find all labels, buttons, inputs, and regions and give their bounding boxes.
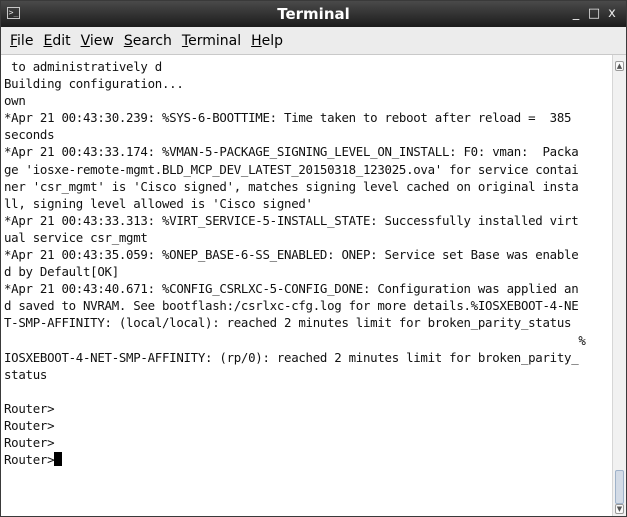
terminal-line: ner 'csr_mgmt' is 'Cisco signed', matche… — [4, 178, 579, 194]
title-bar[interactable]: >_ Terminal _ □ x — [1, 1, 626, 27]
terminal-line: *Apr 21 00:43:33.174: %VMAN-5-PACKAGE_SI… — [4, 144, 579, 160]
terminal-line: d by Default[OK] — [4, 264, 119, 280]
minimize-button[interactable]: _ — [568, 1, 584, 27]
menu-view[interactable]: View — [76, 33, 119, 49]
terminal-line: *Apr 21 00:43:33.313: %VIRT_SERVICE-5-IN… — [4, 212, 579, 228]
window-title: Terminal — [277, 5, 350, 23]
menu-file[interactable]: File — [5, 33, 38, 49]
terminal-line: Router> — [4, 400, 55, 416]
prompt-text: Router> — [4, 452, 55, 468]
terminal-line: IOSXEBOOT-4-NET-SMP-AFFINITY: (rp/0): re… — [4, 349, 579, 365]
terminal-line: ge 'iosxe-remote-mgmt.BLD_MCP_DEV_LATEST… — [4, 161, 579, 177]
menu-help[interactable]: Help — [246, 33, 288, 49]
terminal-line: *Apr 21 00:43:35.059: %ONEP_BASE-6-SS_EN… — [4, 247, 579, 263]
terminal-line: ll, signing level allowed is 'Cisco sign… — [4, 195, 313, 211]
scroll-down-arrow-icon[interactable]: ▼ — [615, 504, 624, 514]
terminal-line: % — [4, 332, 586, 348]
terminal-line: ual service csr_mgmt — [4, 229, 148, 245]
maximize-button[interactable]: □ — [586, 1, 602, 27]
menu-search[interactable]: Search — [119, 33, 177, 49]
menu-terminal[interactable]: Terminal — [177, 33, 246, 49]
terminal-line: T-SMP-AFFINITY: (local/local): reached 2… — [4, 315, 572, 331]
terminal-window: >_ Terminal _ □ x File Edit View Search … — [0, 0, 627, 517]
close-button[interactable]: x — [604, 1, 620, 27]
terminal-output[interactable]: to administratively d Building configura… — [1, 55, 612, 516]
vertical-scrollbar[interactable]: ▲ ▼ — [612, 55, 626, 516]
menu-bar: File Edit View Search Terminal Help — [1, 27, 626, 55]
terminal-line: Building configuration... — [4, 76, 184, 92]
terminal-line: seconds — [4, 127, 55, 143]
terminal-line: to administratively d — [4, 59, 162, 74]
terminal-line: *Apr 21 00:43:40.671: %CONFIG_CSRLXC-5-C… — [4, 281, 579, 297]
block-cursor — [54, 452, 63, 467]
terminal-prompt-line[interactable]: Router> — [4, 451, 612, 468]
terminal-line: Router> — [4, 435, 55, 451]
terminal-line: d saved to NVRAM. See bootflash:/csrlxc-… — [4, 298, 579, 314]
terminal-line: Router> — [4, 417, 55, 433]
terminal-line: status — [4, 366, 48, 382]
scroll-thumb[interactable] — [615, 470, 624, 504]
menu-edit[interactable]: Edit — [38, 33, 75, 49]
terminal-line: *Apr 21 00:43:30.239: %SYS-6-BOOTTIME: T… — [4, 110, 572, 126]
scroll-up-arrow-icon[interactable]: ▲ — [615, 61, 624, 71]
terminal-line: own — [4, 93, 26, 109]
